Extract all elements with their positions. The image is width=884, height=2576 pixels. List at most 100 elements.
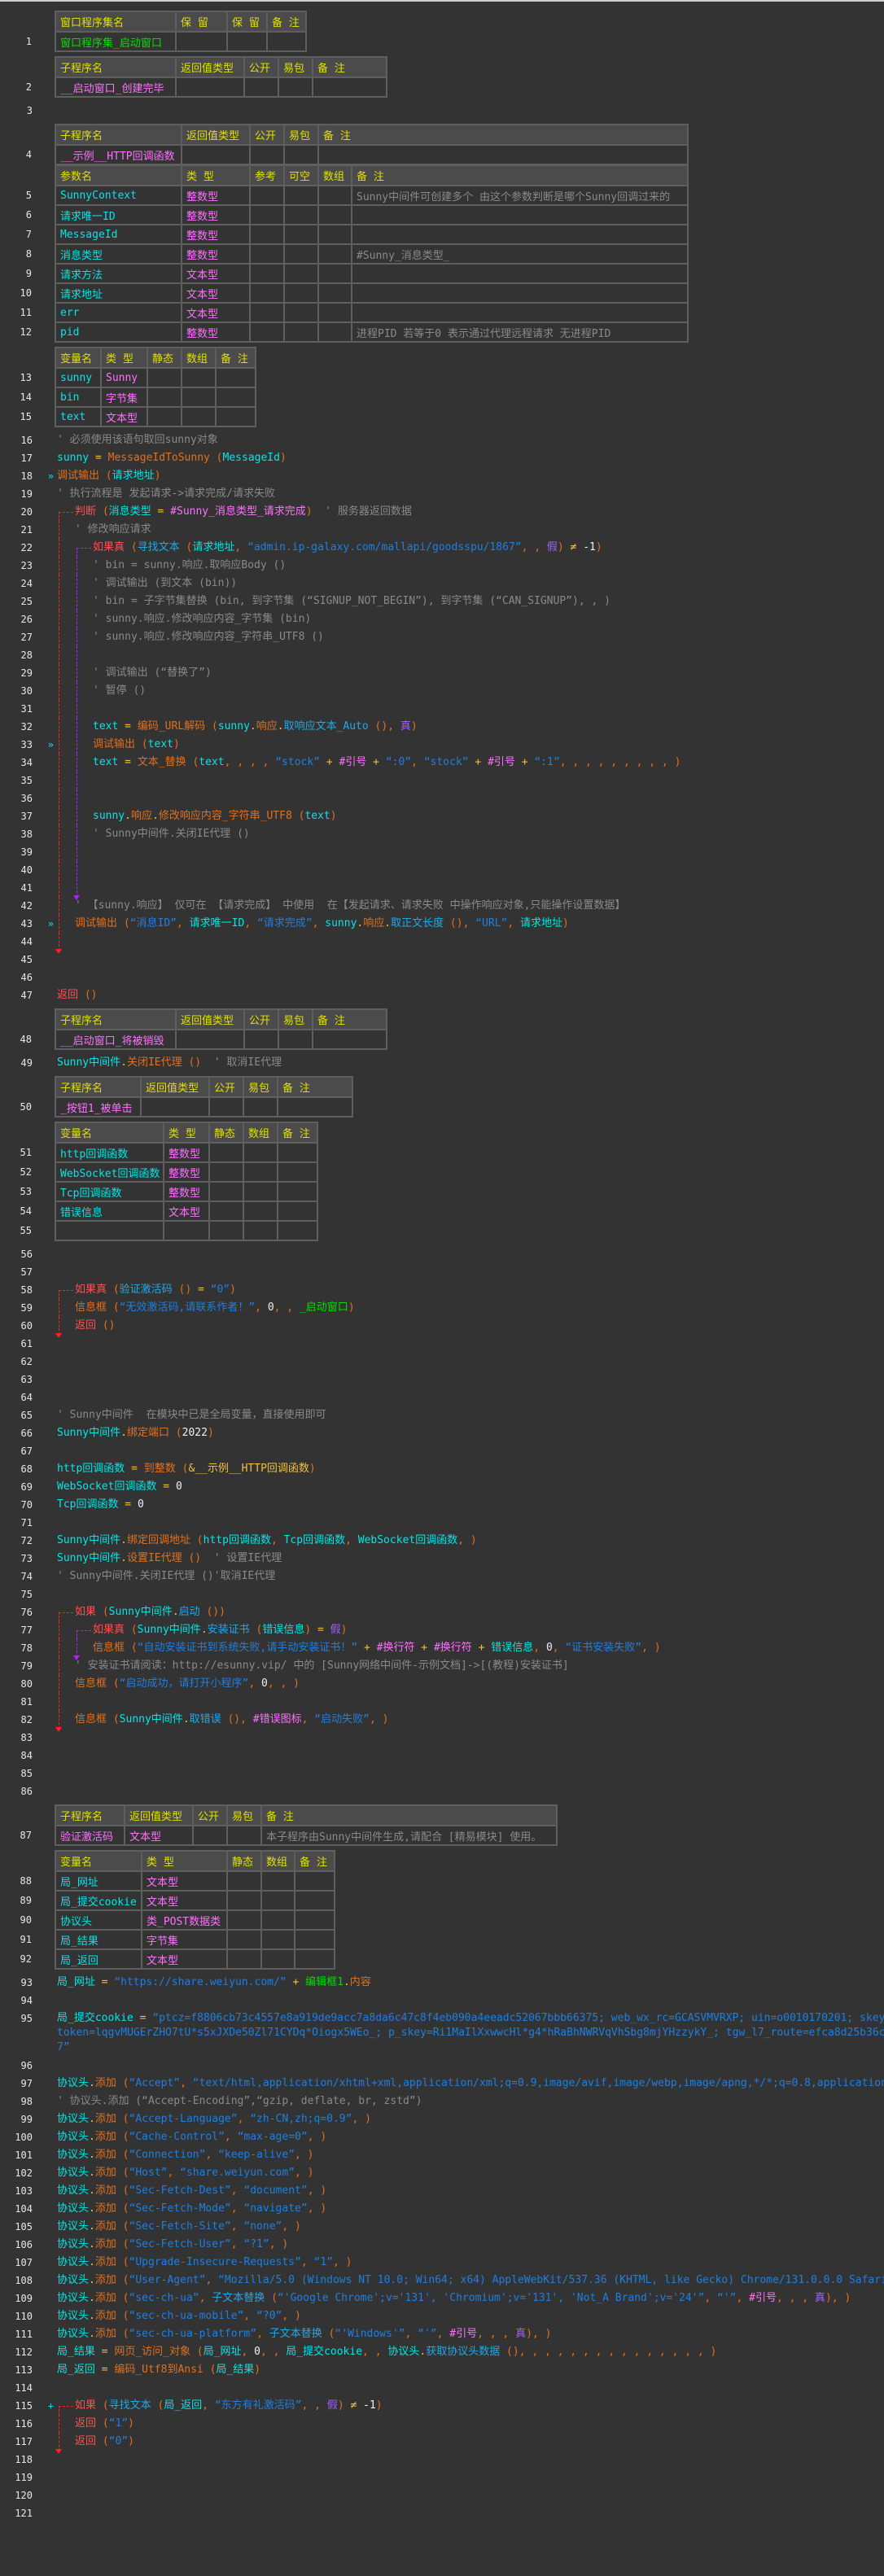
attribute-cell[interactable]: 文本型 xyxy=(141,1890,228,1911)
code-text[interactable] xyxy=(57,1729,884,1747)
code-line[interactable]: 115 + 如果 (寻找文本 (局_返回, “东方有礼激活码”, , 假) ≠ -1… xyxy=(0,2397,884,2415)
table-row[interactable]: 90 协议头 类_POST数据类 xyxy=(0,1909,335,1931)
code-line[interactable]: 72 Sunny中间件.绑定回调地址 (http回调函数, Tcp回调函数, We… xyxy=(0,1532,884,1550)
table-row[interactable]: 50 _按钮1_被单击 xyxy=(0,1096,353,1117)
attribute-cell[interactable]: 文本型 xyxy=(181,282,251,304)
remark-cell[interactable] xyxy=(317,144,689,165)
code-text[interactable] xyxy=(57,1353,884,1371)
attribute-cell[interactable]: 文本型 xyxy=(181,302,251,323)
code-text[interactable] xyxy=(57,1442,884,1460)
code-text[interactable]: ' 【sunny.响应】 仅可在 【请求完成】 中使用 在【发起请求、请求失败 … xyxy=(75,897,884,915)
code-line[interactable]: 67 xyxy=(0,1442,884,1460)
attribute-cell[interactable] xyxy=(208,1142,244,1163)
code-text[interactable]: 信息框 (“启动成功，请打开小程序”, 0, , ) xyxy=(75,1675,884,1693)
code-text[interactable] xyxy=(57,1371,884,1389)
code-text[interactable]: Sunny中间件.绑定端口 (2022) xyxy=(57,1424,884,1442)
code-text[interactable]: 如果真 (验证激活码 () = “0”) xyxy=(75,1281,884,1299)
attribute-cell[interactable] xyxy=(317,321,352,343)
code-line[interactable]: 120 xyxy=(0,2486,884,2504)
attribute-cell[interactable] xyxy=(249,204,285,225)
code-line[interactable]: 118 xyxy=(0,2451,884,2469)
code-text[interactable]: Sunny中间件.绑定回调地址 (http回调函数, Tcp回调函数, WebS… xyxy=(57,1532,884,1550)
code-line[interactable]: 16 ' 必须使用该语句取回sunny对象 xyxy=(0,431,884,449)
code-text[interactable]: ' 调试输出 (“替换了”) xyxy=(93,664,884,682)
name-cell[interactable]: Tcp回调函数 xyxy=(55,1181,164,1202)
code-text[interactable]: text = 文本_替换 (text, , , , “stock” + #引号 … xyxy=(93,754,884,772)
attribute-cell[interactable] xyxy=(317,185,352,206)
attribute-cell[interactable] xyxy=(283,204,319,225)
attribute-cell[interactable] xyxy=(175,77,245,98)
code-text[interactable] xyxy=(57,1335,884,1353)
code-line[interactable]: 18» 调试输出 (请求地址) xyxy=(0,467,884,485)
code-line[interactable]: 98 ' 协议头.添加 (“Accept-Encoding”,“gzip, def… xyxy=(0,2093,884,2110)
attribute-cell[interactable] xyxy=(226,1890,262,1911)
name-cell[interactable]: http回调函数 xyxy=(55,1142,164,1163)
code-text[interactable]: 返回 () xyxy=(75,1317,884,1335)
code-line[interactable]: 32 text = 编码_URL解码 (sunny.响应.取响应文本_Auto (… xyxy=(0,718,884,736)
code-text[interactable]: ' sunny.响应.修改响应内容_字符串_UTF8 () xyxy=(93,628,884,646)
remark-cell[interactable] xyxy=(277,1201,318,1222)
code-line[interactable]: 77 如果真 (Sunny中间件.安装证书 (错误信息) = 假) xyxy=(0,1621,884,1639)
name-cell[interactable]: _按钮1_被单击 xyxy=(55,1096,142,1117)
code-line[interactable]: 43» 调试输出 (“消息ID”, 请求唯一ID, “请求完成”, sunny.响… xyxy=(0,915,884,933)
code-text[interactable]: 如果 (寻找文本 (局_返回, “东方有礼激活码”, , 假) ≠ -1) xyxy=(75,2397,884,2415)
table-row[interactable]: 2 __启动窗口_创建完毕 xyxy=(0,77,387,98)
name-cell[interactable]: 请求唯一ID xyxy=(55,204,182,225)
attribute-cell[interactable] xyxy=(226,1870,262,1892)
code-text[interactable] xyxy=(57,951,884,969)
attribute-cell[interactable] xyxy=(175,31,228,52)
code-text[interactable]: 协议头.添加 (“Host”, “share.weiyun.com”, ) xyxy=(57,2164,884,2182)
code-text[interactable]: 协议头.添加 (“sec-ch-ua-mobile”, “?0”, ) xyxy=(57,2307,884,2325)
attribute-cell[interactable] xyxy=(192,1825,228,1846)
code-line[interactable]: 68 http回调函数 = 到整数 (&__示例__HTTP回调函数) xyxy=(0,1460,884,1478)
attribute-cell[interactable] xyxy=(208,1181,244,1202)
code-line[interactable]: 81 xyxy=(0,1693,884,1711)
code-text[interactable] xyxy=(93,789,884,807)
remark-cell[interactable] xyxy=(312,1029,387,1050)
remark-cell[interactable] xyxy=(351,282,689,304)
table-row[interactable]: 7 MessageId 整数型 xyxy=(0,224,689,245)
code-line[interactable]: 45 xyxy=(0,951,884,969)
code-line[interactable]: 49 Sunny中间件.关闭IE代理 () ' 取消IE代理 xyxy=(0,1054,884,1072)
code-line[interactable]: 112 局_结果 = 网页_访问_对象 (局_网址, 0, , 局_提交cooki… xyxy=(0,2343,884,2361)
code-text[interactable]: 返回 (“0”) xyxy=(75,2433,884,2451)
attribute-cell[interactable] xyxy=(208,1161,244,1183)
attribute-cell[interactable] xyxy=(260,1909,295,1931)
table-row[interactable]: 87 验证激活码 文本型 本子程序由Sunny中间件生成,请配合 [精易模块] 使用。 xyxy=(0,1825,558,1846)
table-row[interactable]: 5 SunnyContext 整数型 Sunny中间件可创建多个 由这个参数判断是哪个… xyxy=(0,185,689,206)
attribute-cell[interactable]: 文本型 xyxy=(141,1870,228,1892)
code-text[interactable]: ' 修改响应请求 xyxy=(75,521,884,539)
code-text[interactable]: 协议头.添加 (“Sec-Fetch-User”, “?1”, ) xyxy=(57,2236,884,2254)
code-text[interactable]: 信息框 (“自动安装证书到系统失败,请手动安装证书！” + #换行符 + #换行… xyxy=(93,1639,884,1657)
attribute-cell[interactable]: 整数型 xyxy=(181,224,251,245)
code-text[interactable]: ' bin = 子字节集替换 (bin, 到字节集 (“SIGNUP_NOT_B… xyxy=(93,593,884,610)
attribute-cell[interactable]: 整数型 xyxy=(181,204,251,225)
remark-cell[interactable] xyxy=(277,1161,318,1183)
code-text[interactable]: 调试输出 (请求地址) xyxy=(57,467,884,485)
attribute-cell[interactable] xyxy=(226,1948,262,1970)
attribute-cell[interactable] xyxy=(249,321,285,343)
attribute-cell[interactable] xyxy=(181,387,217,408)
code-text[interactable]: 协议头.添加 (“Sec-Fetch-Dest”, “document”, ) xyxy=(57,2182,884,2200)
code-line[interactable]: 38 ' Sunny中间件.关闭IE代理 () xyxy=(0,825,884,843)
code-text[interactable]: 协议头.添加 (“Cache-Control”, “max-age=0”, ) xyxy=(57,2128,884,2146)
name-cell[interactable]: text xyxy=(55,406,102,427)
code-text[interactable]: 调试输出 (“消息ID”, 请求唯一ID, “请求完成”, sunny.响应.取… xyxy=(75,915,884,933)
attribute-cell[interactable] xyxy=(260,1870,295,1892)
attribute-cell[interactable] xyxy=(181,406,217,427)
code-text[interactable] xyxy=(93,843,884,861)
attribute-cell[interactable] xyxy=(317,282,352,304)
code-text[interactable]: 协议头.添加 (“Accept”, “text/html,application… xyxy=(57,2075,884,2093)
table-row[interactable]: 55 xyxy=(0,1220,318,1241)
code-text[interactable] xyxy=(57,1263,884,1281)
code-line[interactable]: 69 WebSocket回调函数 = 0 xyxy=(0,1478,884,1496)
code-text[interactable] xyxy=(93,646,884,664)
name-cell[interactable]: 消息类型 xyxy=(55,243,182,265)
remark-cell[interactable] xyxy=(294,1929,335,1950)
code-text[interactable]: 如果 (Sunny中间件.启动 ()) xyxy=(75,1603,884,1621)
code-text[interactable]: ' 必须使用该语句取回sunny对象 xyxy=(57,431,884,449)
attribute-cell[interactable]: 整数型 xyxy=(181,321,251,343)
name-cell[interactable]: WebSocket回调函数 xyxy=(55,1161,164,1183)
code-line[interactable]: 80 信息框 (“启动成功，请打开小程序”, 0, , ) xyxy=(0,1675,884,1693)
remark-cell[interactable] xyxy=(351,302,689,323)
